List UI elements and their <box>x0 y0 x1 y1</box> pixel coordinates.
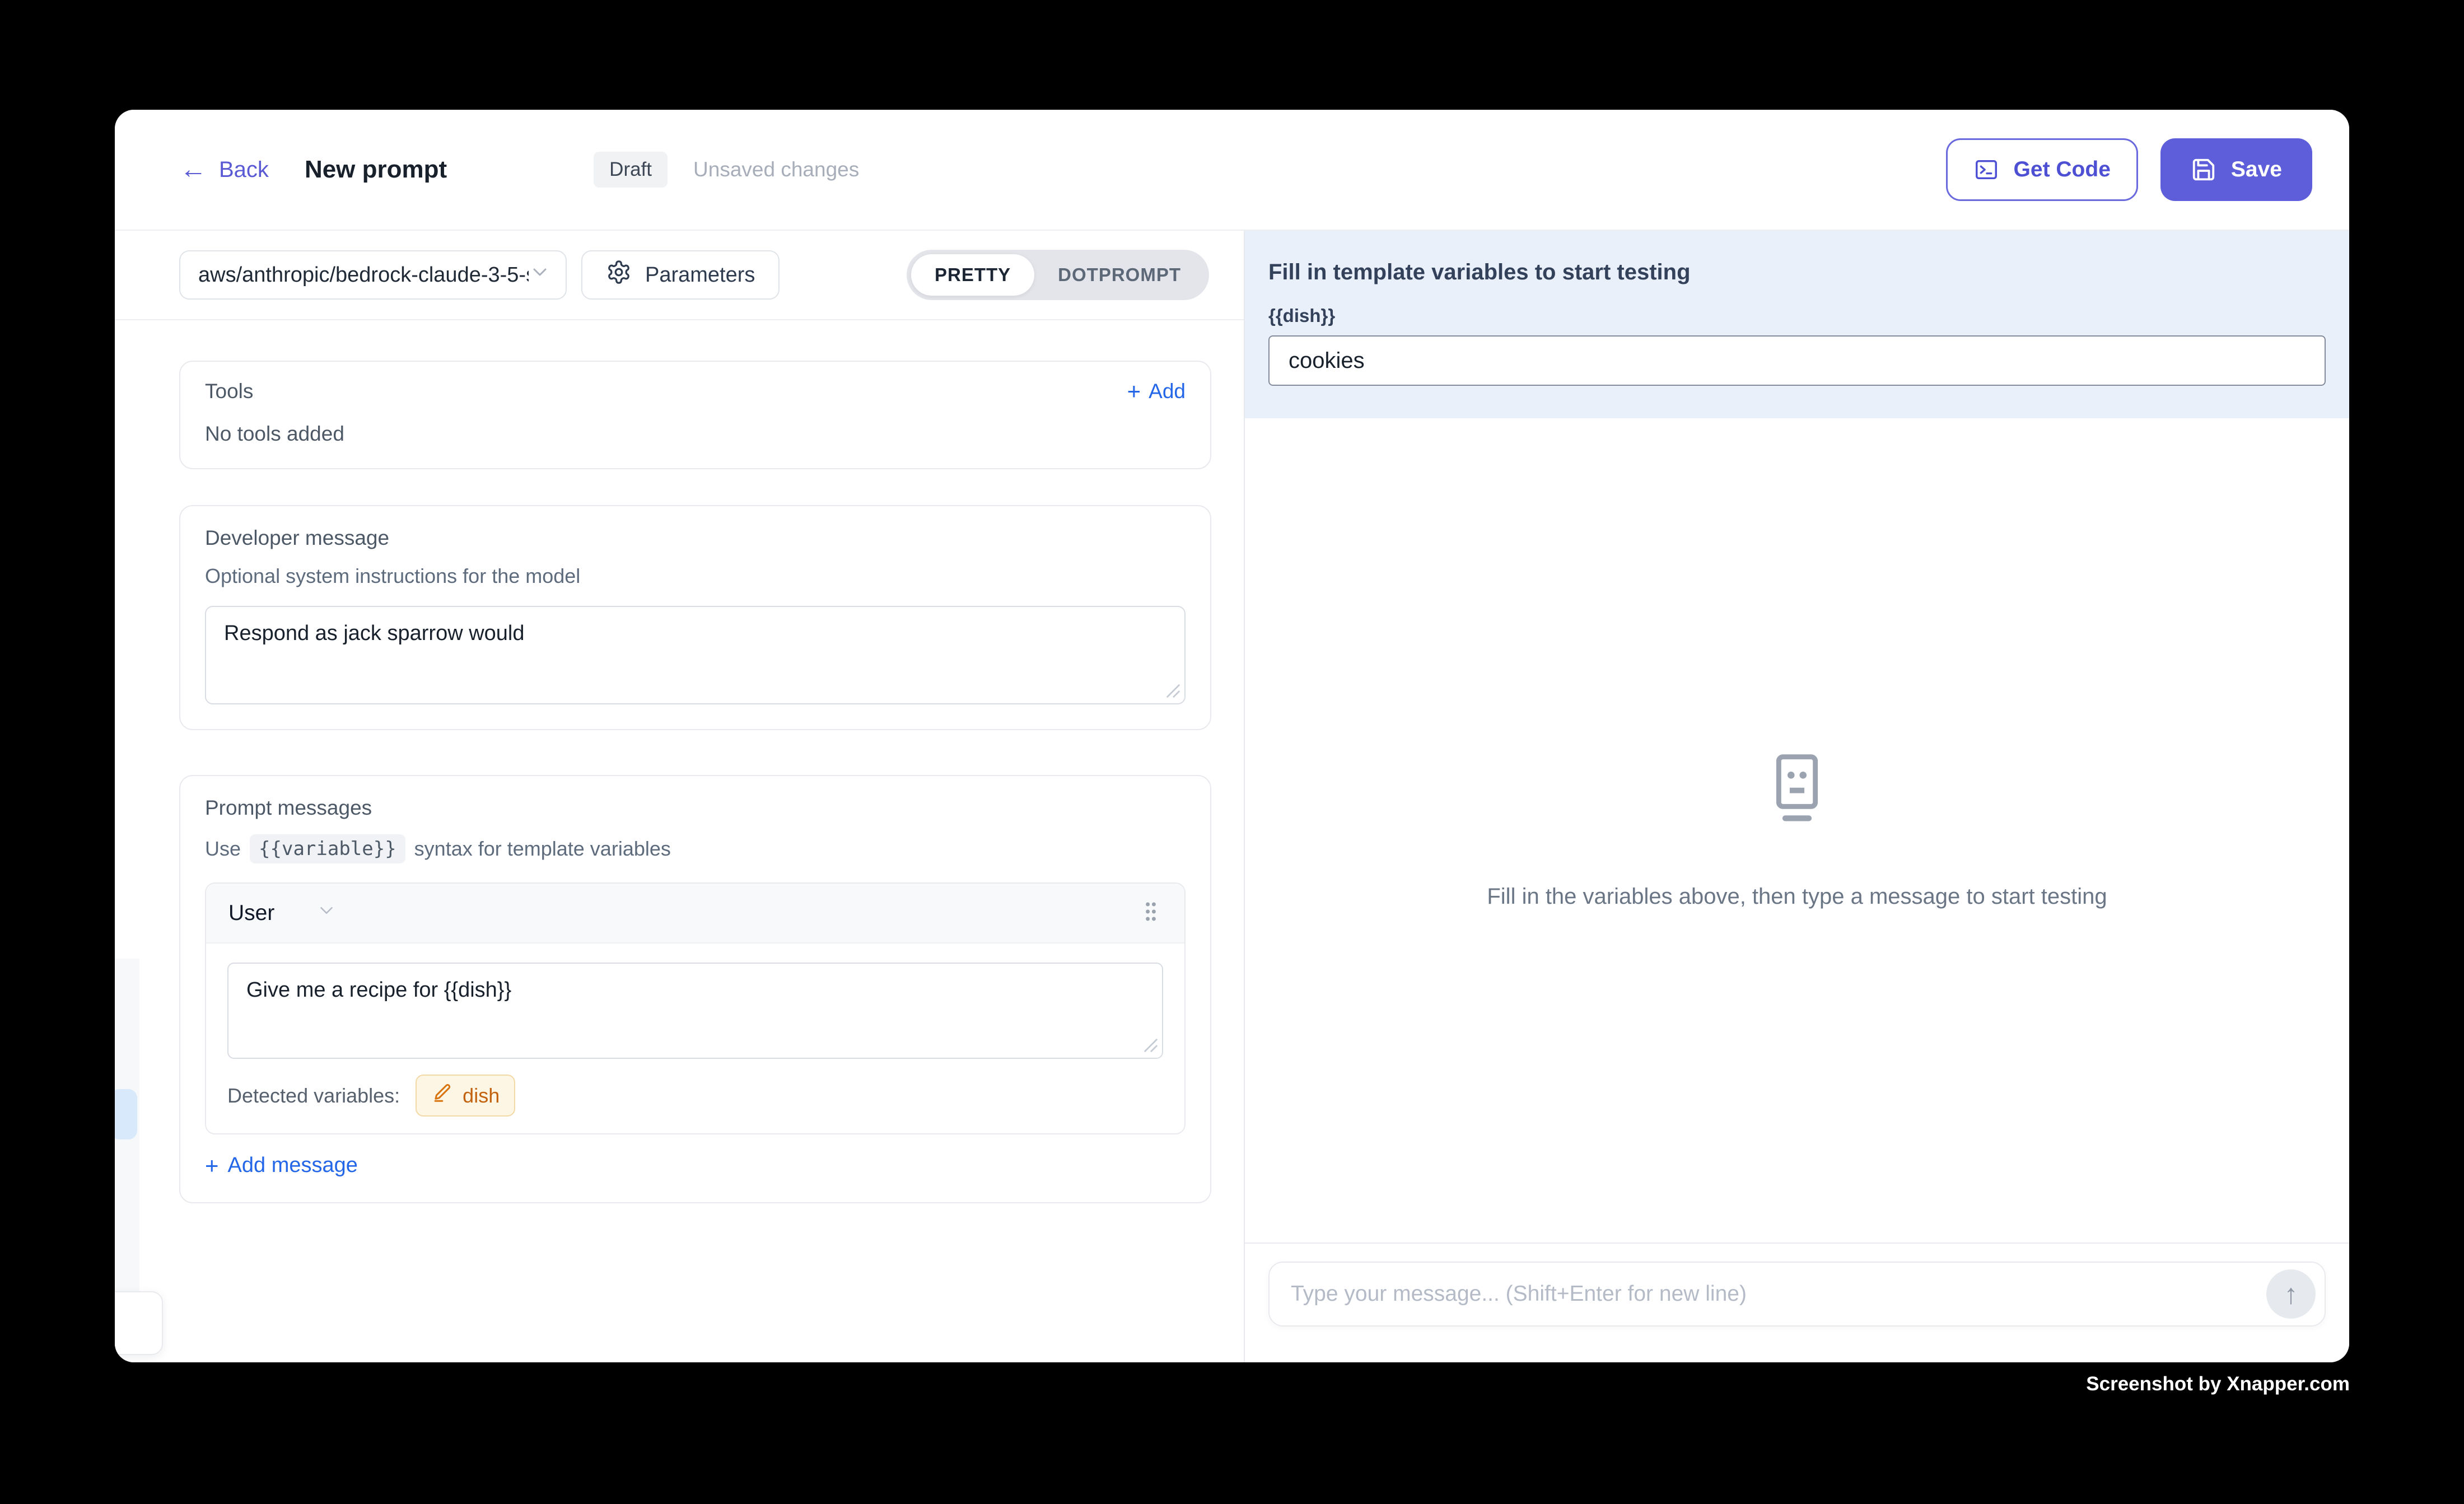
get-code-label: Get Code <box>2014 157 2111 182</box>
drag-handle-icon[interactable] <box>1136 897 1165 929</box>
sidebar-active-item[interactable] <box>115 1089 137 1139</box>
save-label: Save <box>2231 157 2282 182</box>
template-variables-band: Fill in template variables to start test… <box>1245 231 2349 418</box>
chat-empty-state: Fill in the variables above, then type a… <box>1245 418 2349 1243</box>
chat-message-input[interactable] <box>1290 1281 2266 1307</box>
back-button[interactable]: ← Back <box>180 156 269 183</box>
get-code-button[interactable]: Get Code <box>1946 138 2138 201</box>
plus-icon: + <box>205 1154 219 1178</box>
chevron-down-icon <box>529 261 551 289</box>
editor-toolbar: aws/anthropic/bedrock-claude-3-5-s... <box>115 231 1244 320</box>
page-title: New prompt <box>305 156 447 184</box>
developer-message-textarea[interactable]: Respond as jack sparrow would <box>205 606 1186 704</box>
hint-prefix: Use <box>205 837 241 861</box>
hint-suffix: syntax for template variables <box>414 837 671 861</box>
arrow-left-icon: ← <box>180 156 207 183</box>
parameters-label: Parameters <box>645 263 755 287</box>
template-hint: Use {{variable}} syntax for template var… <box>205 834 1186 863</box>
robot-face-icon <box>1766 751 1828 830</box>
model-selector-value: aws/anthropic/bedrock-claude-3-5-s... <box>198 263 529 287</box>
pencil-icon <box>431 1082 452 1109</box>
screenshot-stage: ← Back New prompt Draft Unsaved changes … <box>0 0 2464 1504</box>
detected-variables-row: Detected variables: dis <box>227 1075 1163 1117</box>
test-panel: Fill in template variables to start test… <box>1245 231 2349 1362</box>
add-message-label: Add message <box>228 1153 358 1178</box>
unsaved-changes-text: Unsaved changes <box>693 158 859 181</box>
app-header: ← Back New prompt Draft Unsaved changes … <box>115 110 2349 231</box>
save-button[interactable]: Save <box>2160 138 2312 201</box>
prompt-messages-title: Prompt messages <box>205 796 1186 820</box>
empty-state-text: Fill in the variables above, then type a… <box>1487 884 2107 909</box>
main-split: aws/anthropic/bedrock-claude-3-5-s... <box>115 231 2349 1362</box>
variable-syntax-chip: {{variable}} <box>250 834 405 863</box>
editor-content: Tools + Add No tools added Developer mes… <box>115 320 1244 1362</box>
model-selector[interactable]: aws/anthropic/bedrock-claude-3-5-s... <box>179 250 567 300</box>
resize-handle-icon[interactable] <box>1143 1038 1159 1053</box>
variable-chip-label: dish <box>463 1084 500 1108</box>
terminal-icon <box>1973 157 1999 183</box>
tools-title: Tools <box>205 380 253 403</box>
back-label: Back <box>219 157 269 183</box>
toggle-dotprompt[interactable]: DOTPROMPT <box>1034 254 1205 296</box>
save-floppy-icon <box>2191 157 2216 183</box>
chat-input-container: ↑ <box>1268 1262 2326 1326</box>
message-block: User <box>205 882 1186 1134</box>
add-tool-label: Add <box>1149 380 1186 403</box>
send-button[interactable]: ↑ <box>2266 1269 2316 1319</box>
add-message-button[interactable]: + Add message <box>205 1153 358 1178</box>
view-mode-toggle: PRETTY DOTPROMPT <box>907 250 1209 300</box>
watermark-text: Screenshot by Xnapper.com <box>2086 1373 2350 1395</box>
role-selector-value: User <box>228 901 274 926</box>
add-tool-button[interactable]: + Add <box>1127 380 1186 403</box>
message-body: Give me a recipe for {{dish}} Detected v… <box>206 943 1184 1133</box>
dish-variable-label: {{dish}} <box>1268 305 2326 326</box>
sidebar-bottom-card <box>115 1291 163 1355</box>
tools-empty-text: No tools added <box>205 422 1186 446</box>
toggle-pretty[interactable]: PRETTY <box>911 254 1034 296</box>
user-message-textarea[interactable]: Give me a recipe for {{dish}} <box>227 963 1163 1059</box>
parameters-button[interactable]: Parameters <box>581 250 780 300</box>
variable-chip-dish[interactable]: dish <box>416 1075 515 1117</box>
gear-icon <box>606 259 632 291</box>
chat-input-bar: ↑ <box>1245 1243 2349 1362</box>
developer-message-subtitle: Optional system instructions for the mod… <box>205 564 1186 588</box>
plus-icon: + <box>1127 380 1141 403</box>
app-window: ← Back New prompt Draft Unsaved changes … <box>115 110 2349 1362</box>
chevron-down-icon <box>316 900 337 927</box>
message-header: User <box>206 884 1184 943</box>
prompt-messages-card: Prompt messages Use {{variable}} syntax … <box>179 775 1211 1203</box>
detected-variables-label: Detected variables: <box>227 1084 400 1108</box>
variables-heading: Fill in template variables to start test… <box>1268 260 2326 285</box>
developer-message-title: Developer message <box>205 526 1186 550</box>
dish-variable-input[interactable] <box>1268 335 2326 386</box>
status-badge: Draft <box>594 152 668 188</box>
tools-card: Tools + Add No tools added <box>179 361 1211 469</box>
developer-message-card: Developer message Optional system instru… <box>179 505 1211 730</box>
role-selector[interactable]: User <box>228 900 337 927</box>
prompt-editor-panel: aws/anthropic/bedrock-claude-3-5-s... <box>115 231 1245 1362</box>
resize-handle-icon[interactable] <box>1165 683 1181 699</box>
arrow-up-icon: ↑ <box>2284 1278 2298 1310</box>
